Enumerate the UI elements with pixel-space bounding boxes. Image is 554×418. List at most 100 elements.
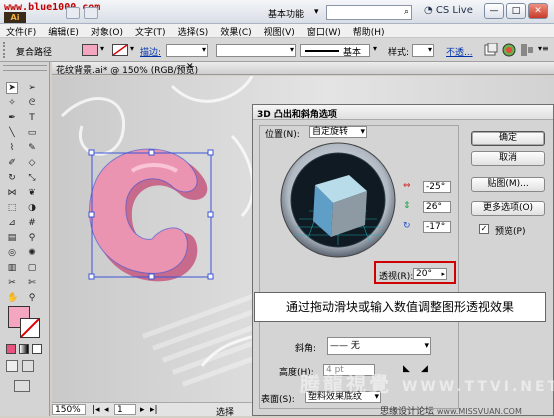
brush-stroke-dropdown[interactable]: 基本 <box>300 44 370 58</box>
magic-wand-tool-icon[interactable]: ✧ <box>6 97 18 109</box>
chevron-down-icon[interactable]: ▾ <box>130 44 134 53</box>
cs-live-button[interactable]: ◔ CS Live <box>424 5 473 16</box>
pen-tool-icon[interactable]: ✒ <box>6 112 18 124</box>
zoom-tool-icon[interactable]: ⚲ <box>26 292 38 304</box>
title-bar: www.blue1000.com Ai 基本功能 ▾ ⌕ ◔ CS Live —… <box>0 0 554 24</box>
color-mode-button[interactable] <box>6 344 16 354</box>
none-mode-button[interactable] <box>32 344 42 354</box>
rotate-tool-icon[interactable]: ↻ <box>6 172 18 184</box>
symbol-sprayer-tool-icon[interactable]: ✺ <box>26 247 38 259</box>
stroke-swatch[interactable] <box>112 44 128 56</box>
eraser-tool-icon[interactable]: ◇ <box>26 157 38 169</box>
artboard-tool-icon[interactable]: ▢ <box>26 262 38 274</box>
bridge-icon[interactable] <box>66 7 80 19</box>
gradient-mode-button[interactable] <box>19 344 29 354</box>
mesh-tool-icon[interactable]: # <box>26 217 38 229</box>
artboard-number-value: 1 <box>117 405 123 415</box>
slice-tool-icon[interactable]: ✂ <box>6 277 18 289</box>
draw-normal-icon[interactable] <box>6 360 18 372</box>
first-artboard-button[interactable]: |◂ <box>92 405 100 415</box>
z-rotation-field[interactable]: -17° <box>423 221 451 233</box>
blend-tool-icon[interactable]: ◎ <box>6 247 18 259</box>
menu-object[interactable]: 对象(O) <box>85 24 129 38</box>
hand-tool-icon[interactable]: ✋ <box>6 292 18 304</box>
menu-type[interactable]: 文字(T) <box>129 24 172 38</box>
stroke-style-label: 基本 <box>343 48 362 58</box>
document-setup-icon[interactable] <box>484 42 498 57</box>
workspace-switcher[interactable]: 基本功能 <box>268 7 304 20</box>
tools-grid: ➤ ➢ ✧ ᘓ ✒ T ╲ ▭ ⌇ ✎ ✐ ◇ ↻ ⤡ ⋈ ❦ ⬚ ◑ ⊿ # … <box>6 82 40 304</box>
recolor-artwork-icon[interactable] <box>502 43 516 57</box>
pencil-tool-icon[interactable]: ✎ <box>26 142 38 154</box>
screen-mode-icon[interactable] <box>14 380 30 392</box>
search-input[interactable]: ⌕ <box>326 5 412 20</box>
perspective-grid-tool-icon[interactable]: ⊿ <box>6 217 18 229</box>
menu-window[interactable]: 窗口(W) <box>301 24 347 38</box>
selection-tool-icon[interactable]: ➤ <box>6 82 18 94</box>
position-dropdown[interactable]: 自定旋转 ▾ <box>309 126 367 138</box>
x-rotation-field[interactable]: -25° <box>423 181 451 193</box>
previous-artboard-button[interactable]: ◂ <box>104 405 109 415</box>
gradient-tool-icon[interactable]: ▤ <box>6 232 18 244</box>
rectangle-tool-icon[interactable]: ▭ <box>26 127 38 139</box>
ok-button[interactable]: 确定 <box>471 131 545 146</box>
next-artboard-button[interactable]: ▸ <box>140 405 145 415</box>
menu-bar: 文件(F) 编辑(E) 对象(O) 文字(T) 选择(S) 效果(C) 视图(V… <box>0 24 554 38</box>
last-artboard-button[interactable]: ▸| <box>150 405 158 415</box>
stroke-weight-dropdown[interactable] <box>166 44 208 57</box>
close-button[interactable]: ✕ <box>528 3 548 19</box>
column-graph-tool-icon[interactable]: ▥ <box>6 262 18 274</box>
opacity-link[interactable]: 不透... <box>446 45 473 58</box>
menu-view[interactable]: 视图(V) <box>258 24 301 38</box>
map-art-button[interactable]: 贴图(M)... <box>471 177 545 192</box>
rotation-track-cube[interactable] <box>279 141 397 259</box>
watermark-text: 腾龍視覺 WWW.TTVI.NET <box>300 368 554 397</box>
preview-checkbox[interactable]: ✓ <box>479 224 489 234</box>
tools-grip[interactable] <box>3 65 47 71</box>
more-options-button[interactable]: 更多选项(O) <box>471 201 545 216</box>
width-tool-icon[interactable]: ⋈ <box>6 187 18 199</box>
chevron-down-icon[interactable]: ▾ <box>373 44 377 53</box>
eyedropper-tool-icon[interactable]: ⚲ <box>26 232 38 244</box>
menu-help[interactable]: 帮助(H) <box>347 24 391 38</box>
chevron-down-icon[interactable]: ▾ <box>100 44 104 53</box>
draw-behind-icon[interactable] <box>22 360 34 372</box>
menu-effect[interactable]: 效果(C) <box>214 24 257 38</box>
scale-tool-icon[interactable]: ⤡ <box>26 172 38 184</box>
align-icon[interactable] <box>520 43 534 57</box>
direct-selection-tool-icon[interactable]: ➢ <box>26 82 38 94</box>
artboard-number-field[interactable]: 1 <box>114 404 136 415</box>
variable-width-dropdown[interactable] <box>216 44 296 57</box>
menu-select[interactable]: 选择(S) <box>172 24 215 38</box>
line-tool-icon[interactable]: ╲ <box>6 127 18 139</box>
zoom-level-field[interactable]: 150% <box>52 404 86 415</box>
scissors-tool-icon[interactable]: ✄ <box>26 277 38 289</box>
stroke-color-box[interactable] <box>20 318 40 338</box>
status-text: 选择 <box>216 408 235 418</box>
dialog-title[interactable]: 3D 凸出和斜角选项 <box>253 105 553 120</box>
panel-menu-icon[interactable]: ▾≡ <box>538 44 549 53</box>
stroke-link[interactable]: 描边: <box>140 45 161 58</box>
shape-builder-tool-icon[interactable]: ◑ <box>26 202 38 214</box>
bevel-dropdown[interactable]: —— 无 ▾ <box>327 337 431 355</box>
close-tab-icon[interactable]: ✕ <box>186 62 194 72</box>
blob-brush-tool-icon[interactable]: ✐ <box>6 157 18 169</box>
maximize-button[interactable]: □ <box>506 3 526 19</box>
y-rotation-field[interactable]: 26° <box>423 201 451 213</box>
type-tool-icon[interactable]: T <box>26 112 38 124</box>
fill-swatch[interactable] <box>82 44 98 56</box>
warp-tool-icon[interactable]: ❦ <box>26 187 38 199</box>
panel-grip-icon[interactable] <box>3 42 9 58</box>
graphic-style-dropdown[interactable] <box>412 44 434 57</box>
free-transform-tool-icon[interactable]: ⬚ <box>6 202 18 214</box>
lasso-tool-icon[interactable]: ᘓ <box>26 97 38 109</box>
paintbrush-tool-icon[interactable]: ⌇ <box>6 142 18 154</box>
menu-edit[interactable]: 编辑(E) <box>42 24 85 38</box>
document-tab[interactable]: 花纹背景.ai* @ 150% (RGB/预览) ✕ <box>52 62 554 76</box>
forum-url: www.MISSVUAN.COM <box>436 407 522 416</box>
minimize-button[interactable]: — <box>484 3 504 19</box>
menu-file[interactable]: 文件(F) <box>0 24 42 38</box>
cancel-button[interactable]: 取消 <box>471 151 545 166</box>
arrange-documents-icon[interactable] <box>84 7 98 19</box>
chevron-down-icon[interactable]: ▾ <box>314 7 319 17</box>
